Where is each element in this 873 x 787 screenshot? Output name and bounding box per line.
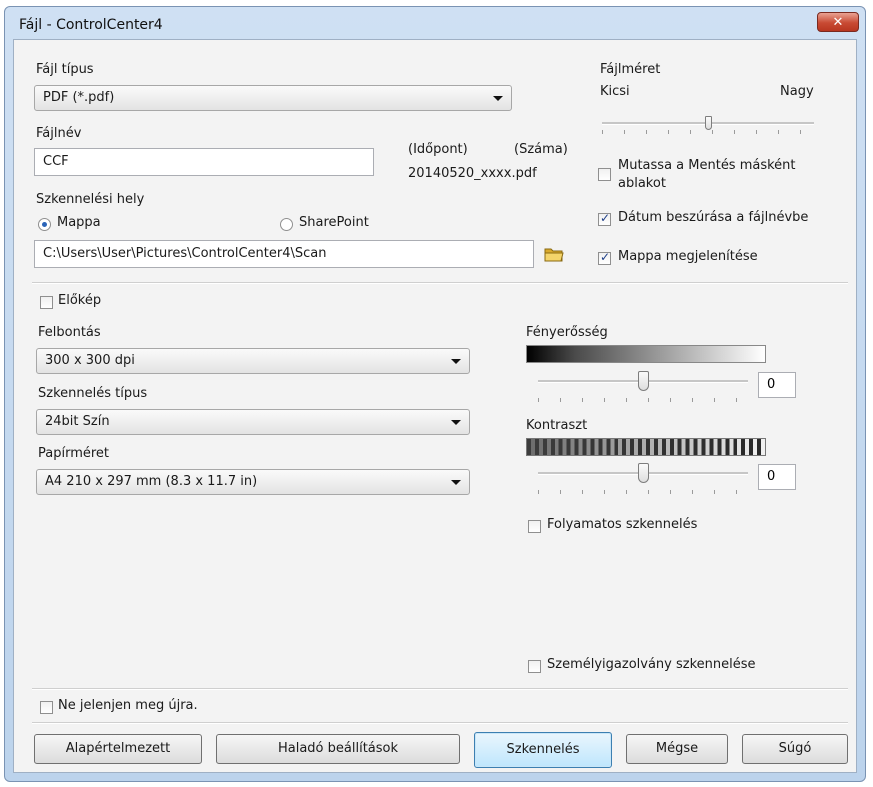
contrast-slider[interactable]	[538, 460, 748, 496]
file-size-min-label: Kicsi	[600, 84, 630, 99]
brightness-value-input[interactable]	[767, 377, 793, 392]
id-card-scan-checkbox[interactable]	[528, 660, 541, 673]
show-save-as-checkbox[interactable]	[598, 168, 611, 181]
time-label: (Időpont)	[408, 142, 468, 157]
dont-show-again-label: Ne jelenjen meg újra.	[58, 698, 198, 713]
insert-date-label: Dátum beszúrása a fájlnévbe	[618, 210, 809, 225]
file-size-slider-thumb[interactable]	[705, 116, 712, 130]
contrast-value-field[interactable]	[758, 464, 796, 490]
brightness-slider[interactable]	[538, 368, 748, 404]
continuous-scan-label: Folyamatos szkennelés	[547, 517, 698, 532]
separator-buttons	[32, 722, 848, 724]
resolution-select[interactable]: 300 x 300 dpi	[36, 348, 470, 374]
folder-icon[interactable]	[544, 246, 564, 262]
separator-top	[32, 282, 848, 284]
sharepoint-radio[interactable]	[280, 218, 293, 231]
folder-radio-label: Mappa	[57, 215, 101, 230]
scan-location-label: Szkennelési hely	[36, 192, 145, 207]
sharepoint-radio-label: SharePoint	[299, 215, 369, 230]
scan-type-select[interactable]: 24bit Szín	[36, 409, 470, 435]
default-button[interactable]: Alapértelmezett	[34, 734, 202, 764]
separator-bottom	[32, 688, 848, 690]
paper-size-value: A4 210 x 297 mm (8.3 x 11.7 in)	[45, 474, 258, 489]
close-button[interactable]: ✕	[817, 12, 859, 32]
file-name-input[interactable]	[43, 154, 365, 169]
chevron-down-icon	[451, 480, 461, 485]
resolution-label: Felbontás	[38, 325, 101, 340]
chevron-down-icon	[493, 96, 503, 101]
dialog-client: Fájl típus PDF (*.pdf) Fájlnév (Időpont)…	[13, 39, 857, 773]
chevron-down-icon	[451, 359, 461, 364]
dialog-window: Fájl - ControlCenter4 ✕ Fájl típus PDF (…	[4, 6, 866, 782]
number-label: (Száma)	[514, 142, 568, 157]
file-size-label: Fájlméret	[600, 62, 661, 77]
scan-type-label: Szkennelés típus	[38, 386, 148, 401]
brightness-label: Fényerősség	[526, 325, 608, 340]
dont-show-again-checkbox[interactable]	[40, 701, 53, 714]
file-type-value: PDF (*.pdf)	[43, 90, 115, 105]
scan-button[interactable]: Szkennelés	[474, 732, 612, 768]
file-name-field[interactable]	[34, 148, 374, 176]
show-save-as-label-1: Mutassa a Mentés másként	[618, 158, 796, 173]
brightness-ticks	[538, 398, 748, 402]
chevron-down-icon	[451, 420, 461, 425]
preview-checkbox[interactable]	[40, 296, 53, 309]
file-size-slider[interactable]	[602, 110, 814, 140]
window-title: Fájl - ControlCenter4	[19, 17, 163, 33]
file-name-label: Fájlnév	[36, 126, 82, 141]
brightness-gradient	[526, 345, 766, 363]
insert-date-checkbox[interactable]	[598, 211, 611, 226]
file-type-label: Fájl típus	[36, 62, 94, 77]
contrast-label: Kontraszt	[526, 418, 588, 433]
help-button[interactable]: Súgó	[742, 734, 848, 764]
contrast-value-input[interactable]	[767, 469, 793, 484]
file-type-select[interactable]: PDF (*.pdf)	[34, 85, 512, 111]
continuous-scan-checkbox[interactable]	[528, 520, 541, 533]
contrast-stripes	[526, 438, 766, 456]
contrast-ticks	[538, 490, 748, 494]
show-folder-label: Mappa megjelenítése	[618, 249, 758, 264]
scan-path-input[interactable]	[43, 246, 525, 261]
brightness-slider-thumb[interactable]	[638, 371, 649, 391]
contrast-slider-thumb[interactable]	[638, 463, 649, 483]
paper-size-select[interactable]: A4 210 x 297 mm (8.3 x 11.7 in)	[36, 469, 470, 495]
paper-size-label: Papírméret	[38, 446, 110, 461]
show-save-as-label-2: ablakot	[618, 176, 666, 191]
scan-path-field[interactable]	[34, 240, 534, 268]
brightness-value-field[interactable]	[758, 372, 796, 398]
cancel-button[interactable]: Mégse	[626, 734, 728, 764]
resolution-value: 300 x 300 dpi	[45, 353, 135, 368]
scan-type-value: 24bit Szín	[45, 414, 110, 429]
file-name-sample: 20140520_xxxx.pdf	[408, 166, 537, 181]
folder-radio[interactable]	[38, 218, 51, 231]
id-card-scan-label: Személyigazolvány szkennelése	[547, 657, 756, 672]
advanced-settings-button[interactable]: Haladó beállítások	[216, 734, 460, 764]
file-size-thumb-area	[602, 116, 814, 132]
preview-label: Előkép	[58, 293, 102, 308]
show-folder-checkbox[interactable]	[598, 250, 611, 265]
file-size-max-label: Nagy	[780, 84, 814, 99]
